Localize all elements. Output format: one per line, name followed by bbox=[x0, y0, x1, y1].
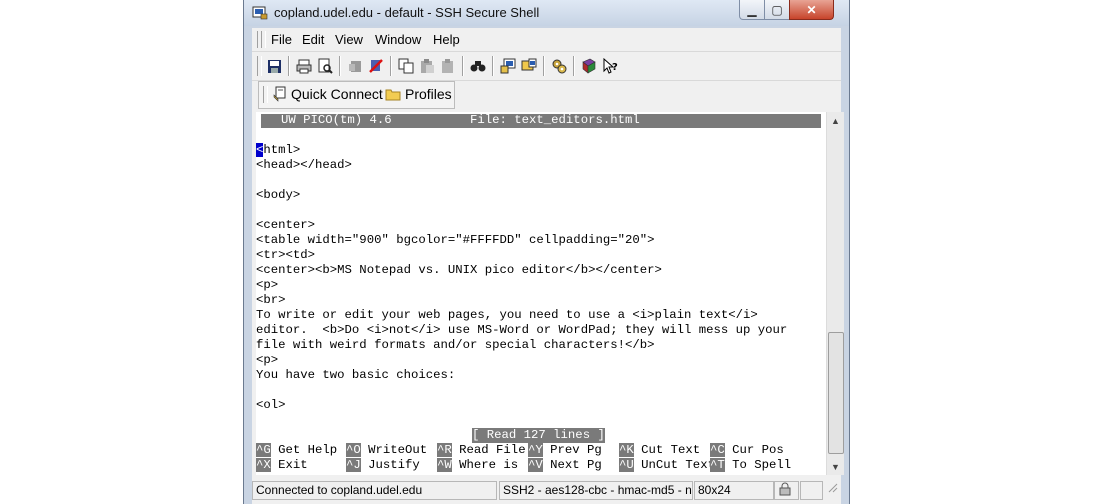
status-icon-panel bbox=[774, 481, 799, 500]
svg-text:?: ? bbox=[612, 62, 618, 73]
toolbar-separator bbox=[492, 56, 494, 76]
pico-version: UW PICO(tm) 4.6 bbox=[281, 113, 392, 127]
disconnect-icon[interactable] bbox=[366, 56, 386, 76]
new-file-transfer-icon[interactable] bbox=[519, 56, 539, 76]
menu-view[interactable]: View bbox=[335, 32, 363, 47]
editor-line: <center><b>MS Notepad vs. UNIX pico edit… bbox=[256, 263, 662, 277]
quick-connect-panel: Quick Connect Profiles bbox=[258, 81, 455, 109]
toolbar-separator bbox=[339, 56, 341, 76]
shortcut-get-help[interactable]: ^G Get Help bbox=[256, 443, 337, 458]
toolbar-separator bbox=[288, 56, 290, 76]
paste-icon[interactable] bbox=[417, 56, 437, 76]
menu-window[interactable]: Window bbox=[375, 32, 421, 47]
menu-help[interactable]: Help bbox=[433, 32, 460, 47]
folder-icon bbox=[385, 89, 401, 100]
menu-edit[interactable]: Edit bbox=[302, 32, 324, 47]
editor-line: You have two basic choices: bbox=[256, 368, 456, 382]
disabled-icon[interactable] bbox=[345, 56, 365, 76]
editor-line: <html> bbox=[256, 143, 301, 157]
shortcut-read-file[interactable]: ^R Read File bbox=[437, 443, 526, 458]
settings-icon[interactable] bbox=[549, 56, 569, 76]
toolbar-grip[interactable] bbox=[257, 56, 262, 76]
editor-line: <center> bbox=[256, 218, 316, 232]
title-bar[interactable]: copland.udel.edu - default - SSH Secure … bbox=[244, 0, 849, 26]
toolbar: ? bbox=[252, 52, 841, 81]
status-bar: Connected to copland.udel.edu SSH2 - aes… bbox=[252, 479, 841, 501]
quick-connect-button[interactable]: Quick Connect bbox=[273, 86, 383, 102]
copy-icon[interactable] bbox=[396, 56, 416, 76]
status-empty-panel bbox=[800, 481, 823, 500]
whats-this-icon[interactable]: ? bbox=[600, 56, 620, 76]
toolbar-separator bbox=[573, 56, 575, 76]
terminal-area[interactable]: UW PICO(tm) 4.6 File: text_editors.html … bbox=[256, 112, 826, 475]
paste-disabled-icon[interactable] bbox=[438, 56, 458, 76]
resize-grip-icon[interactable] bbox=[823, 481, 840, 498]
editor-line: <p> bbox=[256, 278, 279, 292]
profiles-button[interactable]: Profiles bbox=[385, 86, 452, 102]
toolbar-separator bbox=[390, 56, 392, 76]
client-area: File Edit View Window Help ? Quick Conne… bbox=[252, 28, 844, 504]
print-preview-icon[interactable] bbox=[315, 56, 335, 76]
quick-connect-label: Quick Connect bbox=[291, 86, 383, 102]
minimize-button[interactable]: ▁ bbox=[739, 0, 765, 20]
shortcut-cur-pos[interactable]: ^C Cur Pos bbox=[710, 443, 784, 458]
pico-filename: File: text_editors.html bbox=[470, 113, 640, 127]
help-book-icon[interactable] bbox=[579, 56, 599, 76]
profiles-label: Profiles bbox=[405, 86, 452, 102]
toolbar-separator bbox=[543, 56, 545, 76]
shortcut-cut-text[interactable]: ^K Cut Text bbox=[619, 443, 700, 458]
editor-line: <body> bbox=[256, 188, 301, 202]
terminal-size-status: 80x24 bbox=[694, 481, 774, 500]
scroll-down-arrow-icon[interactable]: ▼ bbox=[827, 458, 844, 475]
pico-header: UW PICO(tm) 4.6 File: text_editors.html bbox=[261, 113, 821, 128]
toolbar-separator bbox=[462, 56, 464, 76]
shortcut-writeout[interactable]: ^O WriteOut bbox=[346, 443, 427, 458]
editor-line: <p> bbox=[256, 353, 279, 367]
shortcut-justify[interactable]: ^J Justify bbox=[346, 458, 420, 473]
shortcut-where-is[interactable]: ^W Where is bbox=[437, 458, 518, 473]
scroll-up-arrow-icon[interactable]: ▲ bbox=[827, 112, 844, 129]
menu-bar: File Edit View Window Help bbox=[252, 28, 841, 52]
maximize-button[interactable]: ▢ bbox=[764, 0, 790, 20]
lock-icon bbox=[779, 482, 791, 496]
shortcut-next-page[interactable]: ^V Next Pg bbox=[528, 458, 602, 473]
quick-connect-bar: Quick Connect Profiles bbox=[252, 81, 841, 109]
editor-line: editor. <b>Do <i>not</i> use MS-Word or … bbox=[256, 323, 788, 337]
editor-line: <tr><td> bbox=[256, 248, 316, 262]
ssh-window: copland.udel.edu - default - SSH Secure … bbox=[244, 0, 849, 504]
quickbar-grip[interactable] bbox=[263, 86, 268, 103]
shortcut-uncut-text[interactable]: ^U UnCut Text bbox=[619, 458, 715, 473]
connection-status: Connected to copland.udel.edu bbox=[252, 481, 497, 500]
find-icon[interactable] bbox=[468, 56, 488, 76]
editor-line: <ol> bbox=[256, 398, 286, 412]
quick-connect-icon bbox=[273, 86, 286, 102]
editor-line: <br> bbox=[256, 293, 286, 307]
shortcut-exit[interactable]: ^X Exit bbox=[256, 458, 308, 473]
shortcut-prev-page[interactable]: ^Y Prev Pg bbox=[528, 443, 602, 458]
window-title: copland.udel.edu - default - SSH Secure … bbox=[274, 5, 540, 20]
status-message: [ Read 127 lines ] bbox=[472, 428, 605, 443]
editor-line: file with weird formats and/or special c… bbox=[256, 338, 655, 352]
print-icon[interactable] bbox=[294, 56, 314, 76]
ssh-app-icon bbox=[252, 6, 268, 20]
editor-line: <table width="900" bgcolor="#FFFFDD" cel… bbox=[256, 233, 655, 247]
shortcut-to-spell[interactable]: ^T To Spell bbox=[710, 458, 791, 473]
scrollbar-thumb[interactable] bbox=[828, 332, 844, 454]
close-button[interactable]: ✕ bbox=[789, 0, 834, 20]
new-terminal-icon[interactable] bbox=[498, 56, 518, 76]
menu-file[interactable]: File bbox=[271, 32, 292, 47]
save-icon[interactable] bbox=[264, 56, 284, 76]
editor-line: To write or edit your web pages, you nee… bbox=[256, 308, 758, 322]
vertical-scrollbar[interactable]: ▲ ▼ bbox=[826, 112, 844, 475]
cipher-status: SSH2 - aes128-cbc - hmac-md5 - none bbox=[499, 481, 693, 500]
menu-grip[interactable] bbox=[261, 31, 266, 48]
editor-line: <head></head> bbox=[256, 158, 352, 172]
